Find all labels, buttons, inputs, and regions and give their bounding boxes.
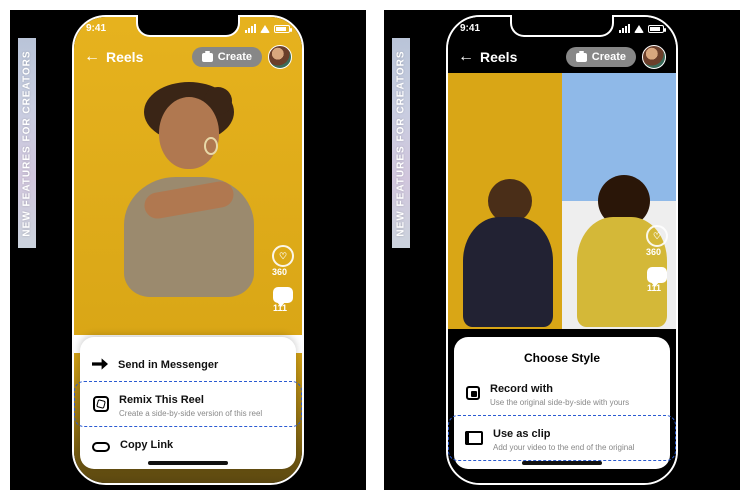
camera-icon: [202, 53, 213, 62]
camera-icon: [576, 53, 587, 62]
comment-stat[interactable]: 111: [647, 267, 667, 293]
split-left: [448, 73, 562, 329]
feature-badge-text: NEW FEATURES FOR CREATORS: [396, 50, 407, 236]
battery-icon: [648, 25, 664, 33]
avatar[interactable]: [268, 45, 292, 69]
like-count: 360: [272, 267, 294, 277]
like-icon: ♡: [272, 245, 294, 267]
create-button[interactable]: Create: [566, 47, 636, 67]
back-icon[interactable]: ←: [84, 49, 100, 65]
home-indicator[interactable]: [148, 461, 228, 465]
phone-frame: 9:41 ← Reels Create: [446, 15, 678, 485]
option-label: Record with: [490, 383, 553, 395]
feature-badge: NEW FEATURES FOR CREATORS: [18, 38, 36, 248]
menu-remix-reel[interactable]: Remix This Reel Create a side-by-side ve…: [74, 381, 302, 427]
option-record-with[interactable]: Record with Use the original side-by-sid…: [460, 371, 664, 415]
top-nav: ← Reels Create: [84, 45, 292, 69]
link-icon: [92, 442, 110, 452]
engagement-stats: ♡ 360 111: [272, 245, 294, 313]
avatar[interactable]: [642, 45, 666, 69]
feature-badge: NEW FEATURES FOR CREATORS: [392, 38, 410, 248]
screenshot-left: NEW FEATURES FOR CREATORS 9:41: [10, 10, 366, 490]
clip-icon: [467, 431, 483, 445]
like-stat[interactable]: ♡ 360: [272, 245, 294, 277]
like-icon: ♡: [646, 225, 668, 247]
option-label: Use as clip: [493, 428, 550, 440]
nav-title: Reels: [480, 49, 517, 65]
action-sheet: Send in Messenger Remix This Reel Create…: [80, 337, 296, 469]
person-illustration: [458, 169, 558, 329]
engagement-stats: ♡ 360 111: [646, 225, 668, 293]
option-sublabel: Add your video to the end of the origina…: [493, 443, 634, 452]
menu-send-messenger[interactable]: Send in Messenger: [86, 347, 290, 381]
menu-copy-link[interactable]: Copy Link: [86, 427, 290, 461]
create-label: Create: [218, 51, 252, 63]
wifi-icon: [634, 25, 644, 33]
menu-label: Remix This Reel: [119, 394, 204, 406]
nav-title: Reels: [106, 49, 143, 65]
record-icon: [466, 386, 480, 400]
status-time: 9:41: [460, 23, 480, 34]
create-button[interactable]: Create: [192, 47, 262, 67]
status-time: 9:41: [86, 23, 106, 34]
phone-frame: 9:41 ← Reels Create: [72, 15, 304, 485]
menu-sublabel: Create a side-by-side version of this re…: [119, 409, 262, 418]
signal-icon: [619, 24, 630, 33]
battery-icon: [274, 25, 290, 33]
person-illustration: [104, 77, 264, 297]
status-bar: 9:41: [460, 23, 664, 34]
style-sheet: Choose Style Record with Use the origina…: [454, 337, 670, 469]
home-indicator[interactable]: [522, 461, 602, 465]
comment-icon: [273, 287, 293, 303]
option-use-as-clip[interactable]: Use as clip Add your video to the end of…: [448, 415, 676, 461]
top-nav: ← Reels Create: [458, 45, 666, 69]
option-sublabel: Use the original side-by-side with yours: [490, 398, 629, 407]
menu-label: Send in Messenger: [118, 359, 218, 371]
create-label: Create: [592, 51, 626, 63]
sheet-title: Choose Style: [460, 347, 664, 371]
back-icon[interactable]: ←: [458, 49, 474, 65]
feature-badge-text: NEW FEATURES FOR CREATORS: [22, 50, 33, 236]
comment-stat[interactable]: 111: [273, 287, 293, 313]
wifi-icon: [260, 25, 270, 33]
like-count: 360: [646, 247, 668, 257]
comment-icon: [647, 267, 667, 283]
share-icon: [92, 356, 108, 372]
status-bar: 9:41: [86, 23, 290, 34]
like-stat[interactable]: ♡ 360: [646, 225, 668, 257]
menu-label: Copy Link: [120, 439, 173, 451]
signal-icon: [245, 24, 256, 33]
screenshot-right: NEW FEATURES FOR CREATORS 9:41: [384, 10, 740, 490]
remix-icon: [93, 396, 109, 412]
